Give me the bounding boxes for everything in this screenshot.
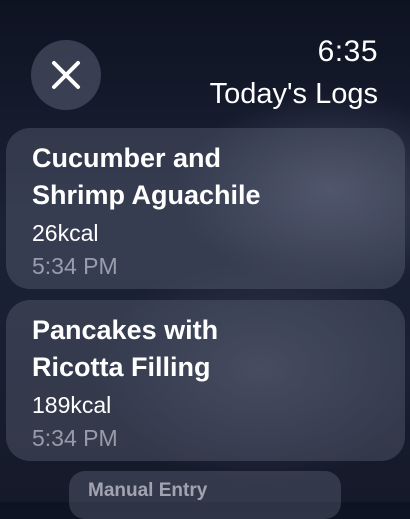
- log-entry-time: 5:34 PM: [32, 253, 118, 279]
- log-entry-card[interactable]: Cucumber and Shrimp Aguachile 26kcal 5:3…: [6, 128, 405, 289]
- log-entry-name-line: Ricotta Filling: [32, 352, 211, 382]
- log-entry-time: 5:34 PM: [32, 425, 118, 451]
- log-entry-name: Pancakes with Ricotta Filling: [32, 312, 379, 386]
- log-entry-name: Cucumber and Shrimp Aguachile: [32, 140, 379, 214]
- log-entry-name-line: Pancakes with: [32, 315, 219, 345]
- page-title: Today's Logs: [209, 78, 378, 110]
- log-entry-calories: 26kcal: [32, 220, 99, 246]
- close-button[interactable]: [31, 40, 101, 110]
- manual-entry-button[interactable]: Manual Entry: [69, 471, 341, 519]
- log-list: Cucumber and Shrimp Aguachile 26kcal 5:3…: [6, 128, 405, 472]
- log-entry-name-line: Cucumber and: [32, 143, 222, 173]
- clock-time: 6:35: [317, 35, 378, 68]
- log-entry-calories: 189kcal: [32, 392, 112, 418]
- close-icon: [51, 60, 81, 90]
- log-entry-card[interactable]: Pancakes with Ricotta Filling 189kcal 5:…: [6, 300, 405, 461]
- log-entry-name-line: Shrimp Aguachile: [32, 180, 261, 210]
